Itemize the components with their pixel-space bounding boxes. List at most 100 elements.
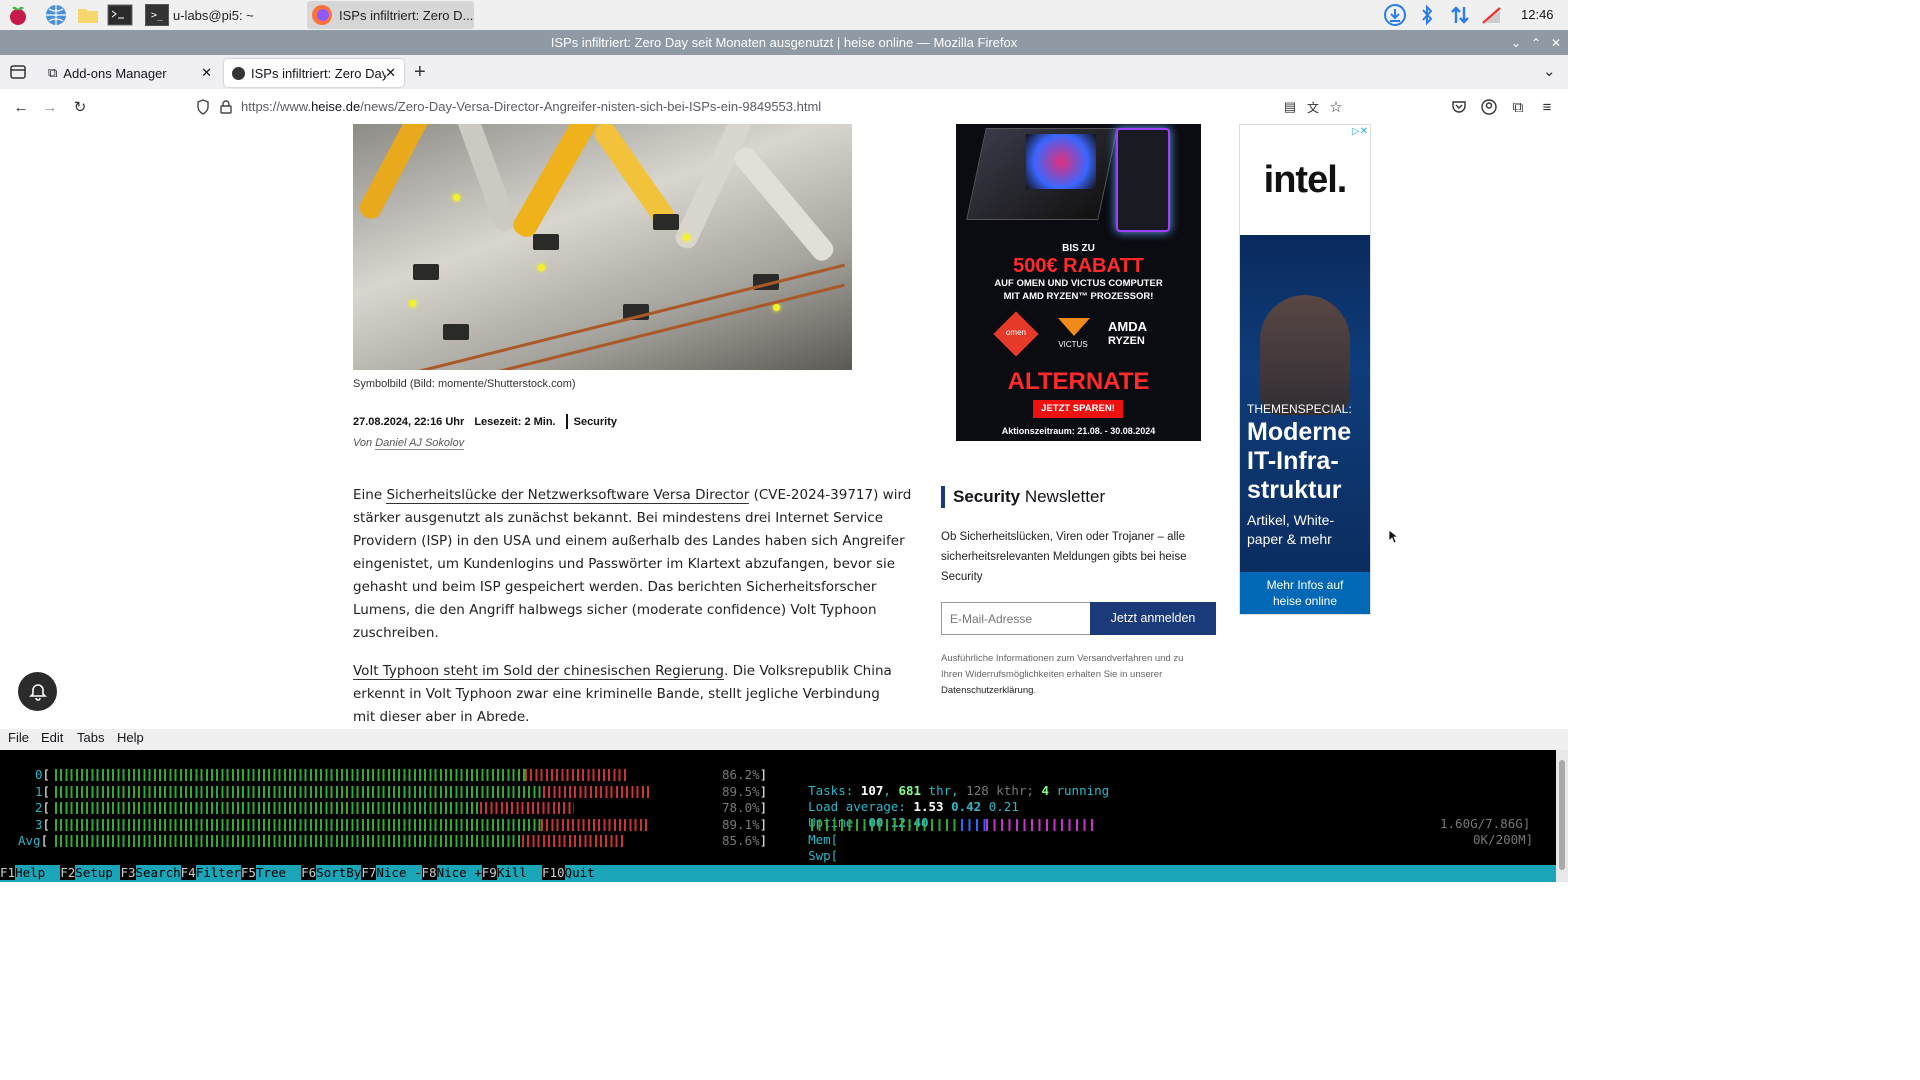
jetzt-sparen-button[interactable]: JETZT SPAREN! bbox=[1033, 400, 1123, 418]
back-icon[interactable]: ← bbox=[11, 97, 31, 117]
cpu-meter-bar bbox=[55, 769, 526, 781]
file-manager-icon[interactable] bbox=[76, 3, 100, 27]
taskbar-item-firefox[interactable]: ISPs infiltriert: Zero D... bbox=[307, 1, 474, 29]
url-bar[interactable]: https://www.heise.de/news/Zero-Day-Versa… bbox=[241, 99, 821, 114]
menu-help[interactable]: Help bbox=[117, 730, 144, 745]
update-download-icon[interactable] bbox=[1383, 3, 1407, 27]
minimize-icon[interactable]: ⌄ bbox=[1506, 30, 1526, 55]
new-tab-icon[interactable]: + bbox=[414, 61, 426, 84]
tab-addons-manager[interactable]: ⧉ Add-ons Manager ✕ bbox=[40, 59, 220, 87]
fkey-label[interactable]: Setup bbox=[75, 865, 120, 880]
page-content: Symbolbild (Bild: momente/Shutterstock.c… bbox=[0, 124, 1568, 729]
fkey-label[interactable]: Nice - bbox=[376, 865, 421, 880]
vulnerability-link[interactable]: Sicherheitslücke der Netzwerksoftware Ve… bbox=[386, 487, 750, 504]
translate-icon[interactable]: 文 bbox=[1303, 97, 1323, 117]
ad-choices-icon[interactable]: ▷✕ bbox=[1352, 126, 1368, 137]
navigation-toolbar: ← → ↻ https://www.heise.de/news/Zero-Day… bbox=[0, 89, 1568, 125]
htop-terminal[interactable]: 0[86.2%] 1[89.5%] 2[78.0%] 3[89.1%] Avg[85.6… bbox=[0, 750, 1556, 882]
newsletter-submit-button[interactable]: Jetzt anmelden bbox=[1090, 602, 1216, 635]
notification-bell-button[interactable] bbox=[18, 672, 57, 711]
author-link[interactable]: Daniel AJ Sokolov bbox=[375, 437, 465, 450]
mem-cache-bar bbox=[986, 819, 1096, 831]
tab-heise-article[interactable]: ISPs infiltriert: Zero Day ✕ bbox=[224, 59, 404, 87]
fkey-label[interactable]: Filter bbox=[196, 865, 241, 880]
article-date: 27.08.2024, 22:16 Uhr bbox=[353, 415, 465, 428]
tracking-shield-icon[interactable] bbox=[193, 97, 213, 117]
article-paragraph-1: Eine Sicherheitslücke der Netzwerksoftwa… bbox=[353, 487, 912, 641]
cpu-meter-percent: 85.6%] bbox=[722, 833, 768, 848]
mem-buffers-bar bbox=[961, 819, 986, 831]
fkey-f8[interactable]: F8 bbox=[421, 865, 437, 880]
bluetooth-icon[interactable] bbox=[1415, 3, 1439, 27]
reload-icon[interactable]: ↻ bbox=[70, 97, 90, 117]
menu-file[interactable]: File bbox=[8, 730, 29, 745]
fkey-label[interactable]: Kill bbox=[497, 865, 542, 880]
puzzle-icon: ⧉ bbox=[48, 65, 58, 80]
newsletter-email-input[interactable] bbox=[941, 602, 1091, 635]
taskbar-item-terminal[interactable]: >_ u-labs@pi5: ~ bbox=[145, 1, 305, 29]
bookmark-star-icon[interactable]: ☆ bbox=[1326, 97, 1346, 117]
fkey-f5[interactable]: F5 bbox=[240, 865, 256, 880]
fkey-f2[interactable]: F2 bbox=[60, 865, 76, 880]
volt-typhoon-link[interactable]: Volt Typhoon steht im Sold der chinesisc… bbox=[353, 663, 725, 680]
menu-tabs[interactable]: Tabs bbox=[77, 730, 104, 745]
swap-value: 0K/200M] bbox=[1473, 832, 1534, 847]
fkey-label[interactable]: Search bbox=[136, 865, 181, 880]
image-caption: Symbolbild (Bild: momente/Shutterstock.c… bbox=[353, 378, 576, 390]
alternate-ad[interactable]: BIS ZU 500€ RABATT AUF OMEN UND VICTUS C… bbox=[956, 124, 1201, 441]
close-window-icon[interactable]: ✕ bbox=[1546, 30, 1566, 55]
maximize-icon[interactable]: ⌃ bbox=[1526, 30, 1546, 55]
fkey-label[interactable]: Help bbox=[15, 865, 60, 880]
fkey-f9[interactable]: F9 bbox=[481, 865, 497, 880]
network-arrows-icon[interactable] bbox=[1448, 3, 1472, 27]
fkey-f4[interactable]: F4 bbox=[180, 865, 196, 880]
cpu-meter-label: 1[ bbox=[35, 783, 51, 799]
cpu-meter-percent: 89.1%] bbox=[722, 816, 768, 832]
fkey-f6[interactable]: F6 bbox=[301, 865, 317, 880]
account-icon[interactable] bbox=[1479, 97, 1499, 117]
cpu-meter-label: 0[ bbox=[35, 767, 51, 782]
reader-view-icon[interactable]: ▤ bbox=[1280, 97, 1300, 117]
pocket-icon[interactable] bbox=[1449, 97, 1469, 117]
fkey-f7[interactable]: F7 bbox=[361, 865, 377, 880]
forward-icon[interactable]: → bbox=[40, 97, 60, 117]
close-tab-icon[interactable]: ✕ bbox=[385, 65, 396, 81]
intel-ad[interactable]: ▷✕ intel. THEMENSPECIAL: Moderne IT-Infr… bbox=[1239, 124, 1371, 615]
extensions-puzzle-icon[interactable]: ⧉ bbox=[1508, 97, 1528, 117]
browser-globe-icon[interactable] bbox=[44, 3, 68, 27]
app-menu-icon[interactable]: ≡ bbox=[1537, 97, 1557, 117]
cpu-meter-bar-system bbox=[540, 818, 648, 831]
window-titlebar: ISPs infiltriert: Zero Day seit Monaten … bbox=[0, 30, 1568, 55]
newsletter-box: Security Newsletter Ob Sicherheitslücken… bbox=[941, 486, 1221, 587]
article-category-link[interactable]: Security bbox=[574, 416, 617, 428]
lock-icon[interactable] bbox=[216, 97, 236, 117]
volume-muted-icon[interactable] bbox=[1480, 3, 1504, 27]
fkey-label[interactable]: SortBy bbox=[316, 865, 361, 880]
terminal-menubar: File Edit Tabs Help bbox=[0, 729, 1568, 750]
fkey-label[interactable]: Tree bbox=[256, 865, 301, 880]
terminal-scrollbar[interactable] bbox=[1556, 750, 1568, 882]
mem-bar bbox=[811, 819, 961, 831]
swap-meter: Swp[ bbox=[808, 848, 839, 863]
heise-favicon-icon bbox=[232, 66, 245, 80]
fkey-f3[interactable]: F3 bbox=[120, 865, 136, 880]
privacy-policy-link[interactable]: Datenschutzerklärung bbox=[941, 685, 1033, 696]
close-tab-icon[interactable]: ✕ bbox=[201, 65, 212, 81]
bell-icon bbox=[28, 683, 47, 701]
raspberry-menu-icon[interactable] bbox=[6, 3, 30, 27]
list-all-tabs-icon[interactable]: ⌄ bbox=[1543, 62, 1556, 80]
menu-edit[interactable]: Edit bbox=[41, 730, 63, 745]
firefox-view-icon[interactable] bbox=[9, 64, 27, 80]
fkey-label[interactable]: Nice + bbox=[437, 865, 482, 880]
fkey-f1[interactable]: F1 bbox=[0, 865, 16, 880]
terminal-launcher-icon[interactable] bbox=[107, 3, 133, 27]
intel-ad-cta[interactable]: Mehr Infos auf heise online bbox=[1240, 572, 1370, 614]
mouse-cursor bbox=[1388, 529, 1400, 549]
fkey-f10[interactable]: F10 bbox=[541, 865, 565, 880]
fkey-label[interactable]: Quit bbox=[565, 865, 610, 880]
terminal-icon: >_ bbox=[145, 4, 169, 26]
window-title: ISPs infiltriert: Zero Day seit Monaten … bbox=[550, 35, 1018, 50]
newsletter-fineprint: Ausführliche Informationen zum Versandve… bbox=[941, 653, 1184, 696]
cpu-meter-bar-system bbox=[521, 835, 625, 847]
cpu-meter-label: Avg[ bbox=[18, 833, 49, 848]
